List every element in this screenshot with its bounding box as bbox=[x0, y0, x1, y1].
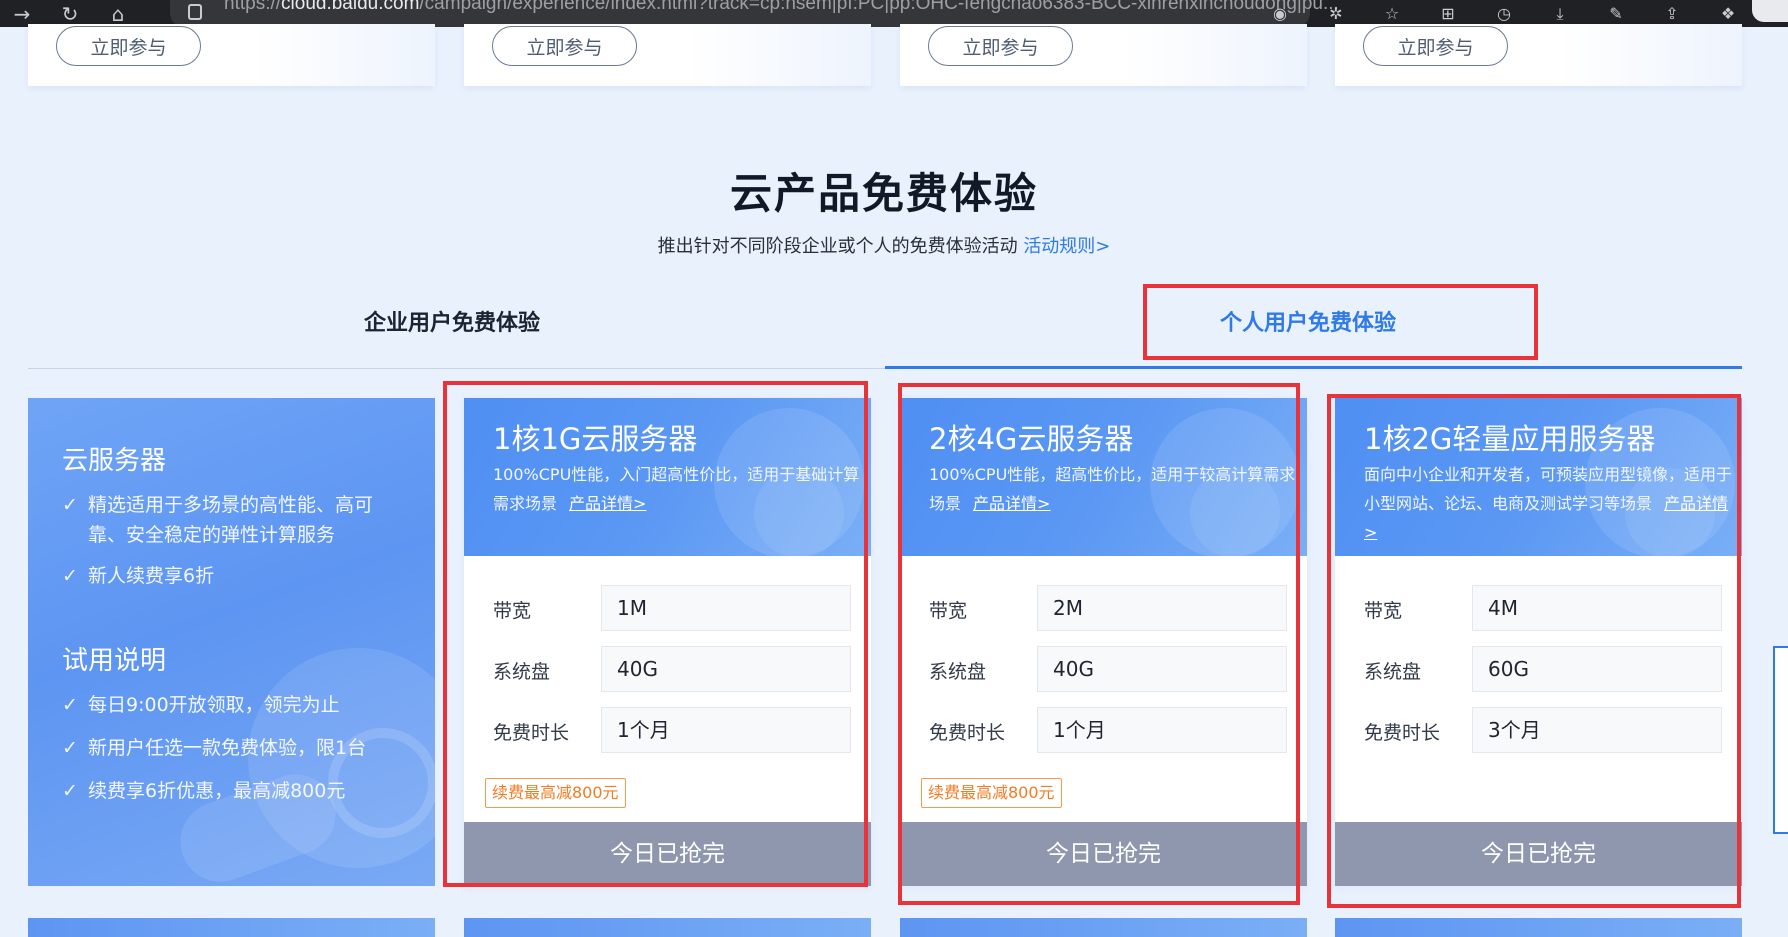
feature-item: ✓ 新人续费享6折 bbox=[62, 561, 402, 591]
feature-text: 新人续费享6折 bbox=[88, 565, 215, 587]
activity-card-2: 立即参与 bbox=[464, 24, 871, 86]
collections-icon[interactable]: ⊞ bbox=[1428, 0, 1468, 27]
browser-extensions: ◉ ✲ ☆ ⊞ ◷ ⤓ ✎ ⇪ ❖ bbox=[1260, 0, 1764, 27]
highlight-box-card-2 bbox=[898, 383, 1300, 905]
highlight-box-card-1 bbox=[443, 381, 868, 887]
feature-item: ✓ 精选适用于多场景的高性能、高可靠、安全稳定的弹性计算服务 bbox=[62, 490, 402, 550]
downloads-icon[interactable]: ⤓ bbox=[1540, 0, 1580, 27]
site-info-icon[interactable] bbox=[188, 4, 202, 20]
intro-heading: 试用说明 bbox=[62, 646, 167, 676]
activity-card-4: 立即参与 bbox=[1335, 24, 1742, 86]
feature-text: 精选适用于多场景的高性能、高可靠、安全稳定的弹性计算服务 bbox=[88, 494, 374, 546]
browser-toolbar: → ↻ ⌂ https://cloud.baidu.com/campaign/e… bbox=[0, 0, 1788, 27]
floating-side-widget[interactable] bbox=[1773, 646, 1788, 834]
rule-text: 新用户任选一款免费体验，限1台 bbox=[88, 737, 367, 759]
edit-icon[interactable]: ✎ bbox=[1596, 0, 1636, 27]
copilot-icon[interactable]: ❖ bbox=[1708, 0, 1748, 27]
highlight-box-card-3 bbox=[1327, 394, 1741, 908]
history-icon[interactable]: ◷ bbox=[1484, 0, 1524, 27]
tracking-icon[interactable]: ◉ bbox=[1260, 0, 1300, 27]
reload-icon[interactable]: ↻ bbox=[56, 0, 84, 27]
rule-item: ✓ 每日9:00开放领取，领完为止 bbox=[62, 690, 402, 720]
section-subtitle: 推出针对不同阶段企业或个人的免费体验活动 活动规则> bbox=[0, 232, 1788, 258]
address-bar[interactable]: https://cloud.baidu.com/campaign/experie… bbox=[170, 0, 1339, 27]
home-icon[interactable]: ⌂ bbox=[104, 0, 132, 27]
rules-link[interactable]: 活动规则> bbox=[1023, 236, 1110, 257]
activity-card-3: 立即参与 bbox=[900, 24, 1307, 86]
join-button[interactable]: 立即参与 bbox=[1363, 26, 1508, 66]
section-title: 云产品免费体验 bbox=[729, 169, 1038, 218]
join-button[interactable]: 立即参与 bbox=[56, 26, 201, 66]
next-row-card bbox=[464, 918, 871, 937]
tab-active-indicator bbox=[885, 366, 1742, 369]
rule-item: ✓ 续费享6折优惠，最高减800元 bbox=[62, 776, 402, 806]
share-icon[interactable]: ⇪ bbox=[1652, 0, 1692, 27]
check-icon: ✓ bbox=[62, 737, 78, 759]
check-icon: ✓ bbox=[62, 565, 78, 587]
subtitle-text: 推出针对不同阶段企业或个人的免费体验活动 bbox=[657, 236, 1018, 257]
url-text: https://cloud.baidu.com/campaign/experie… bbox=[224, 0, 1339, 14]
intro-heading: 云服务器 bbox=[62, 446, 167, 476]
rule-item: ✓ 新用户任选一款免费体验，限1台 bbox=[62, 733, 402, 763]
join-button[interactable]: 立即参与 bbox=[492, 26, 637, 66]
forward-icon[interactable]: → bbox=[8, 0, 36, 27]
activity-card-1: 立即参与 bbox=[28, 24, 435, 86]
extension-icon[interactable]: ✲ bbox=[1316, 0, 1356, 27]
rule-text: 续费享6折优惠，最高减800元 bbox=[88, 780, 346, 802]
tab-enterprise[interactable]: 企业用户免费体验 bbox=[364, 305, 540, 337]
check-icon: ✓ bbox=[62, 694, 78, 716]
highlight-box-tab bbox=[1143, 284, 1538, 360]
join-button[interactable]: 立即参与 bbox=[928, 26, 1073, 66]
check-icon: ✓ bbox=[62, 780, 78, 802]
favorites-icon[interactable]: ☆ bbox=[1372, 0, 1412, 27]
next-row-card bbox=[28, 918, 435, 937]
profile-avatar[interactable] bbox=[1752, 0, 1788, 22]
intro-card: 云服务器 ✓ 精选适用于多场景的高性能、高可靠、安全稳定的弹性计算服务 ✓ 新人… bbox=[28, 398, 435, 886]
next-row-card bbox=[900, 918, 1307, 937]
next-row-card bbox=[1335, 918, 1742, 937]
rule-text: 每日9:00开放领取，领完为止 bbox=[88, 694, 340, 716]
check-icon: ✓ bbox=[62, 494, 78, 516]
